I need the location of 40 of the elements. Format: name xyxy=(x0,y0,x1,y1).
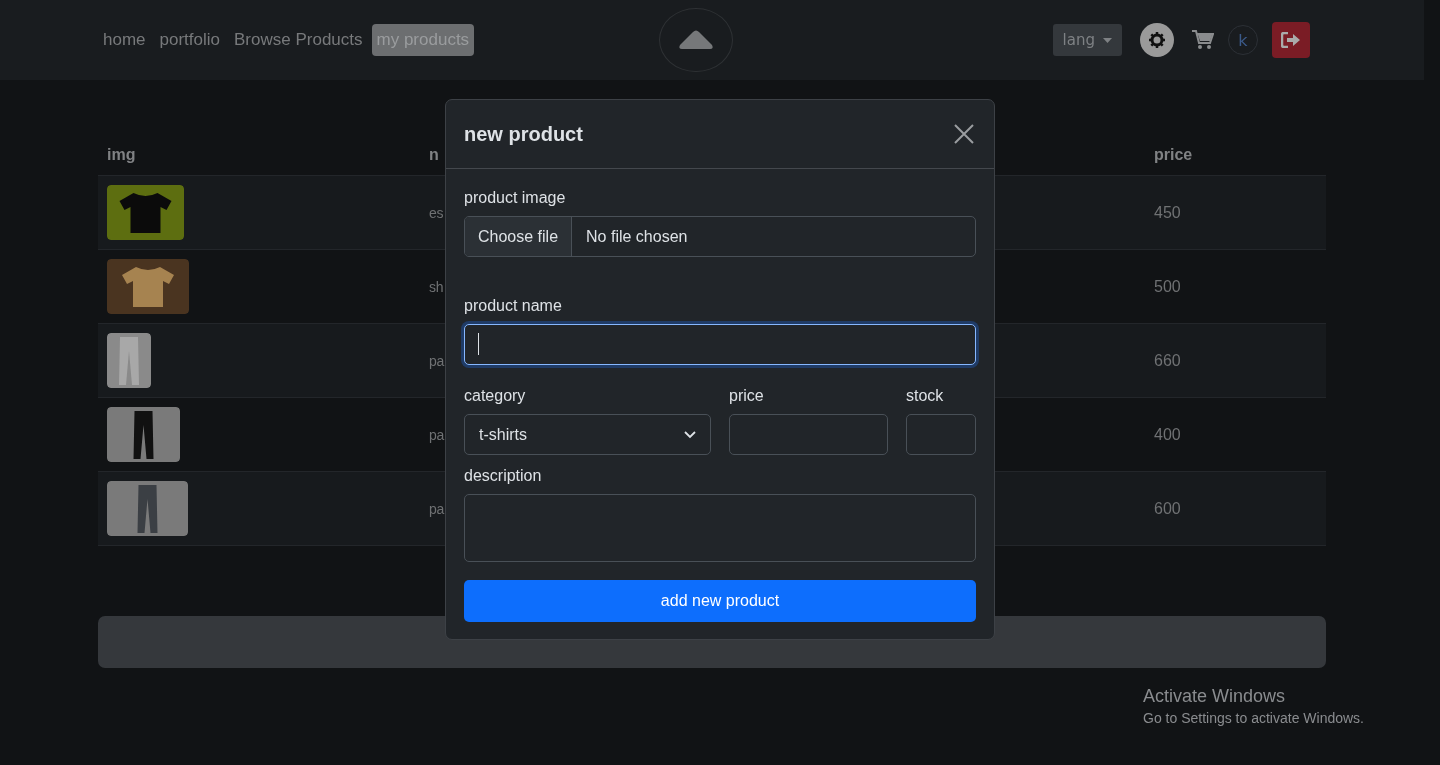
field-label: price xyxy=(729,387,765,405)
settings-icon[interactable] xyxy=(1140,23,1174,57)
table-cell: pa xyxy=(429,352,444,369)
nav-link[interactable]: Browse Products xyxy=(229,24,368,56)
table-cell: 660 xyxy=(1154,351,1181,369)
table-cell: es xyxy=(429,204,444,221)
nav-link[interactable]: portfolio xyxy=(154,24,225,56)
activation-text: Go to Settings to activate Windows. xyxy=(1143,710,1364,726)
table-cell: 450 xyxy=(1154,203,1181,221)
nav-link[interactable]: home xyxy=(98,24,151,56)
input-field[interactable] xyxy=(464,324,976,365)
file-status: No file chosen xyxy=(585,226,689,247)
caret-icon xyxy=(1103,37,1112,43)
field-label: stock xyxy=(906,387,945,405)
table-cell: 400 xyxy=(1154,425,1181,443)
input-field[interactable] xyxy=(906,414,976,455)
category-select[interactable]: t-shirts xyxy=(464,414,711,455)
column-header: price xyxy=(1154,146,1193,163)
add-product-button[interactable]: add new product xyxy=(464,580,976,622)
table-cell: sh xyxy=(429,278,444,295)
field-label: description xyxy=(464,467,542,485)
cart-icon[interactable] xyxy=(1192,30,1214,50)
logout-icon xyxy=(1281,32,1301,48)
table-cell: pa xyxy=(429,426,444,443)
table-cell: 500 xyxy=(1154,277,1181,295)
logout-button[interactable] xyxy=(1272,22,1310,58)
table-cell: 600 xyxy=(1154,499,1181,517)
input-field[interactable] xyxy=(729,414,888,455)
table-cell: pa xyxy=(429,500,444,517)
column-header: img xyxy=(107,146,136,163)
chevron-icon xyxy=(684,430,696,439)
field-label: product name xyxy=(464,297,562,315)
column-header: n xyxy=(429,146,439,163)
field-label: category xyxy=(464,387,527,405)
field-label: product image xyxy=(464,189,566,207)
language-dropdown[interactable]: lang xyxy=(1052,24,1122,56)
file-input[interactable]: Choose file No file chosen xyxy=(464,216,976,257)
activation-title: Activate Windows xyxy=(1143,686,1287,707)
choose-file-button[interactable]: Choose file xyxy=(465,217,573,256)
modal-title: new product xyxy=(464,122,583,146)
